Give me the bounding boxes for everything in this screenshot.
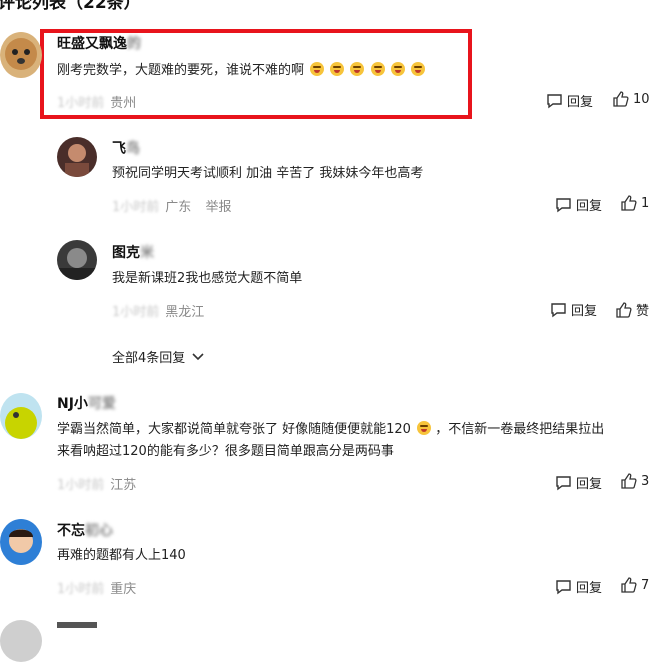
report-link[interactable]: 举报 [205,200,231,215]
crying-face-icon [390,62,405,76]
username-partial [57,622,97,628]
comment-meta: 1小时前 贵州 [57,96,137,111]
like-button[interactable]: 10 [612,91,650,107]
like-button[interactable]: 1 [620,195,649,211]
username[interactable]: 不忘初心 [57,520,113,540]
crying-face-icon [310,62,325,76]
reply-button[interactable]: 回复 [555,577,602,596]
comment-meta: 1小时前 江苏 [57,478,137,493]
reply-icon [547,93,562,108]
chevron-down-icon [192,352,204,360]
dog-avatar-icon [0,32,42,78]
reply-button[interactable]: 回复 [546,91,593,110]
reply-icon [551,302,566,317]
comment-list-title: 评论列表（22条） [0,0,141,13]
comment-text: 刚考完数学，大题难的要死，谁说不难的啊 [57,60,425,82]
reply-button[interactable]: 回复 [555,195,602,214]
like-button[interactable]: 7 [620,577,649,593]
like-button[interactable]: 赞 [615,300,649,319]
username[interactable]: 图克米 [112,242,154,262]
avatar[interactable] [0,620,42,662]
reply-button[interactable]: 回复 [555,473,602,492]
thumbs-up-icon [613,91,629,107]
user-photo-icon [57,137,97,177]
comment-text: 预祝同学明天考试顺利 加油 辛苦了 我妹妹今年也高考 [112,166,424,181]
username[interactable]: 旺盛又飘逸的 [57,33,141,53]
reply-icon [556,579,571,594]
avatar[interactable] [57,137,97,177]
thumbs-up-icon [621,577,637,593]
reply-icon [556,197,571,212]
comment-meta: 1小时前 黑龙江 [112,305,205,320]
crying-face-icon [330,62,345,76]
user-photo-icon [57,240,97,280]
user-photo-icon [0,519,42,565]
comment-text-line2: 来看呐超过120的能有多少？很多题目简单跟高分是两码事 [57,444,394,459]
comment-meta: 1小时前 广东 举报 [112,200,232,215]
username[interactable]: 飞鸟 [112,138,140,158]
thumbs-up-icon [621,195,637,211]
crying-face-icon [410,62,425,76]
comment-meta: 1小时前 重庆 [57,582,137,597]
laughing-face-icon [417,421,432,435]
thumbs-up-icon [621,473,637,489]
avatar[interactable] [57,240,97,280]
reply-button[interactable]: 回复 [550,300,597,319]
expand-replies-button[interactable]: 全部4条回复 [112,347,205,366]
comment-text: 我是新课班2我也感觉大题不简单 [112,271,303,286]
crying-face-icon [350,62,365,76]
avatar[interactable] [0,393,42,439]
like-button[interactable]: 3 [620,473,649,489]
crying-face-icon [370,62,385,76]
avatar[interactable] [0,32,42,78]
comment-text: 再难的题都有人上140 [57,548,186,563]
comment-text: 学霸当然简单，大家都说简单就夸张了 好像随随便便就能120 ，不信新一卷最终把结… [57,421,605,437]
avatar[interactable] [0,519,42,565]
cartoon-avatar-icon [0,393,42,439]
username[interactable]: NJ小可爱 [57,393,116,413]
reply-icon [556,475,571,490]
thumbs-up-icon [616,301,632,318]
